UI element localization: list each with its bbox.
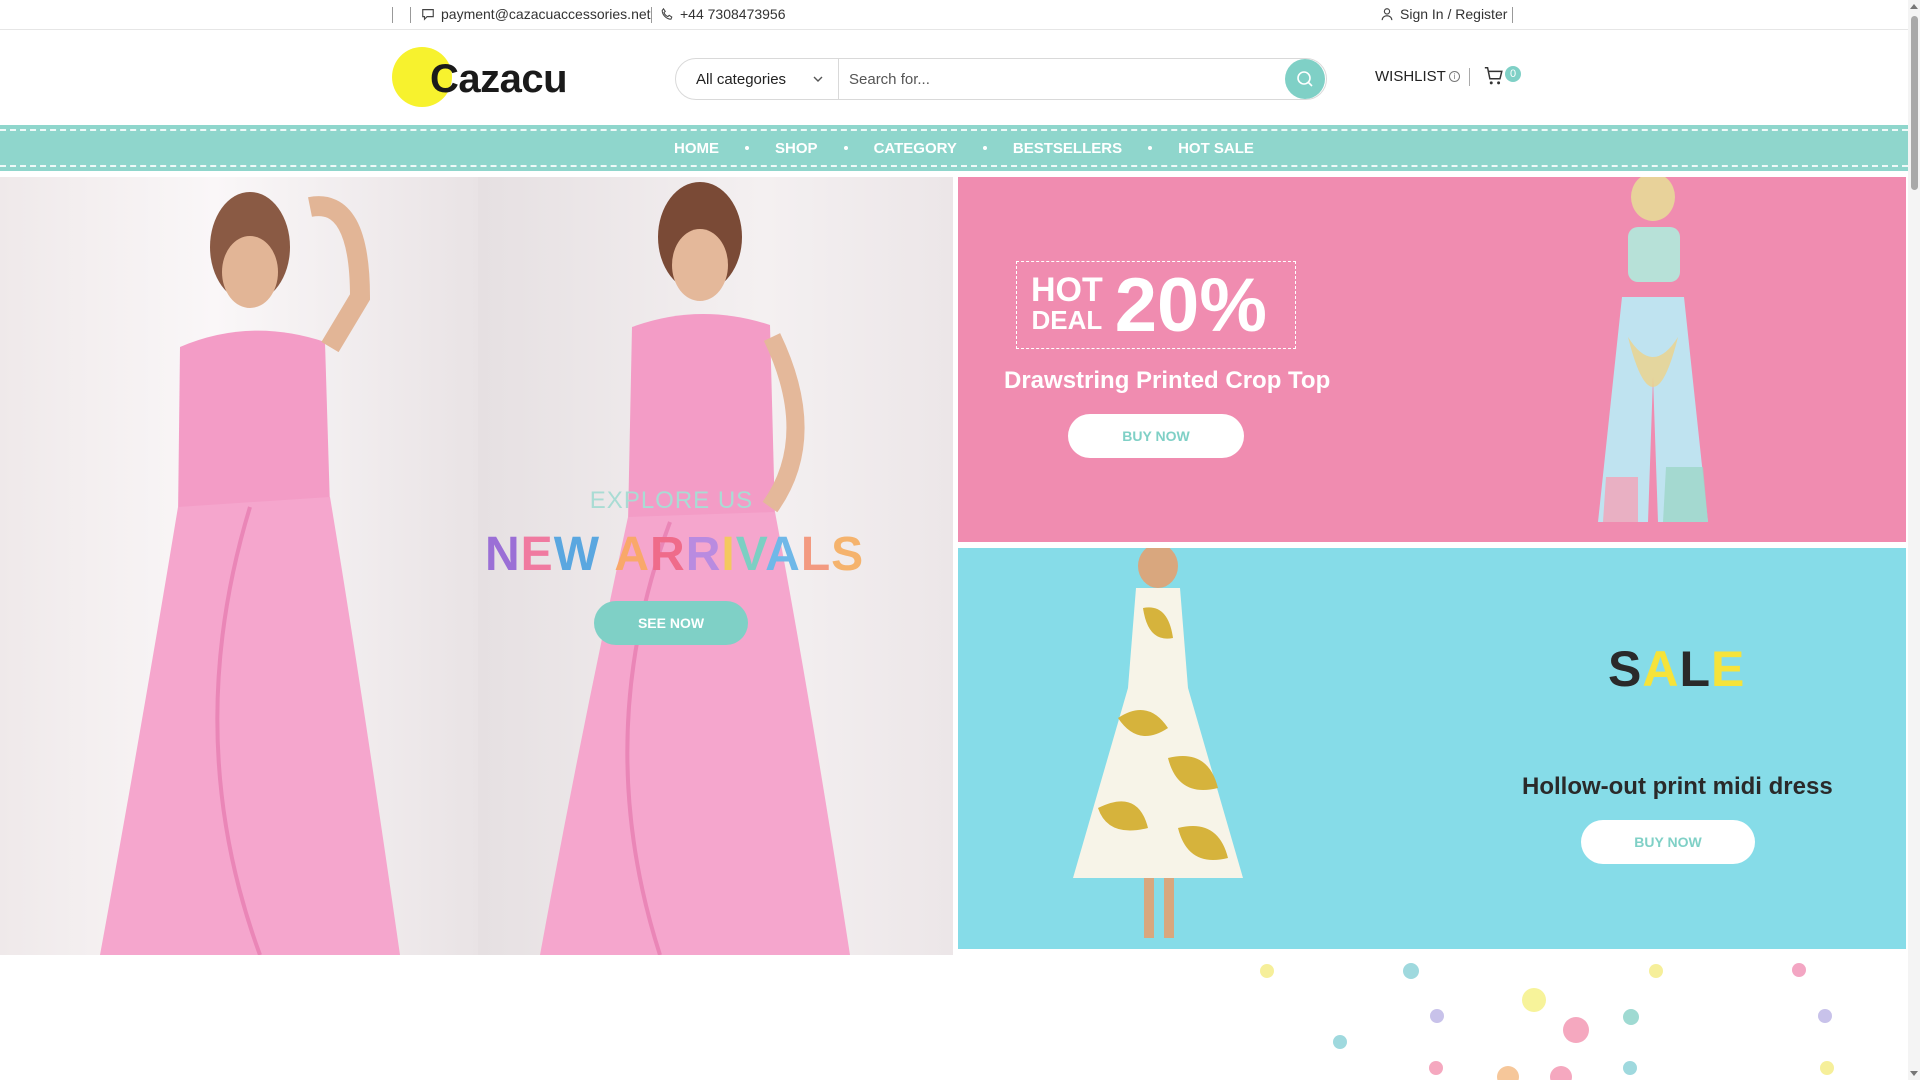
user-icon	[1381, 8, 1393, 21]
badge-line2: DEAL	[1031, 305, 1103, 335]
nav-separator	[745, 146, 750, 150]
model-figure	[100, 192, 400, 955]
confetti-dot	[1403, 963, 1419, 979]
chevron-down-icon	[813, 76, 823, 82]
nav-item-bestsellers[interactable]: BESTSELLERS	[1013, 140, 1122, 157]
sale-letter: S	[1608, 641, 1643, 697]
headline-letter: R	[685, 528, 722, 581]
headline-letter: N	[485, 528, 521, 581]
confetti-dot	[1820, 1061, 1834, 1075]
search-input[interactable]	[839, 70, 1285, 88]
confetti-dot	[1563, 1017, 1589, 1043]
divider	[410, 7, 411, 23]
logo-text: Cazacu	[430, 57, 568, 101]
nav-item-home[interactable]: HOME	[674, 140, 719, 157]
search-icon	[1297, 71, 1313, 87]
main-nav: HOME SHOP CATEGORY BESTSELLERS HOT SALE	[0, 125, 1908, 171]
divider	[392, 7, 393, 23]
email-link[interactable]: payment@cazacuaccessories.net	[421, 6, 651, 22]
cart-count-badge: 0	[1505, 66, 1521, 82]
category-select-value: All categories	[696, 70, 787, 88]
headline-letter: L	[800, 528, 832, 581]
headline-letter: W	[553, 528, 600, 581]
signin-link[interactable]: Sign In / Register	[1380, 6, 1507, 22]
sale-letter: E	[1711, 641, 1746, 697]
confetti-dot	[1649, 964, 1663, 978]
confetti-dot	[1623, 1009, 1639, 1025]
nav-item-hot-sale[interactable]: HOT SALE	[1178, 140, 1254, 157]
buy-now-button[interactable]: BUY NOW	[1068, 414, 1244, 458]
promo-banner-bottom[interactable]: SALE Hollow-out print midi dress BUY NOW	[958, 548, 1906, 949]
message-icon	[422, 9, 434, 21]
promo-title: Drawstring Printed Crop Top	[1004, 367, 1331, 394]
logo[interactable]: Cazacu	[392, 47, 582, 109]
scroll-up-arrow[interactable]	[1910, 4, 1918, 9]
nav-separator	[982, 146, 987, 150]
discount-value: 20%	[1114, 262, 1267, 348]
nav-item-category[interactable]: CATEGORY	[874, 140, 957, 157]
confetti-dot	[1550, 1066, 1572, 1080]
confetti-dot	[1333, 1035, 1347, 1049]
product-image	[1598, 177, 1708, 522]
signin-text: Sign In / Register	[1400, 6, 1508, 22]
badge-line1: HOT	[1031, 271, 1103, 309]
headline-letter: E	[520, 528, 554, 581]
headline-letter: R	[650, 528, 686, 581]
nav-item-shop[interactable]: SHOP	[775, 140, 818, 157]
confetti-dot	[1792, 963, 1806, 977]
scroll-thumb[interactable]	[1911, 16, 1918, 190]
wishlist-link[interactable]: WISHLIST i	[1375, 68, 1460, 85]
info-icon: i	[1448, 71, 1460, 82]
product-image	[1073, 548, 1243, 938]
email-text: payment@cazacuaccessories.net	[441, 6, 651, 22]
phone-text: +44 7308473956	[680, 6, 786, 22]
confetti-dot	[1429, 1061, 1443, 1075]
phone-icon	[661, 7, 673, 20]
hero-banner[interactable]: EXPLORE US NEW ARRIVALS SEE NOW	[0, 177, 953, 955]
hot-deal-badge: HOT DEAL 20%	[1016, 261, 1296, 349]
divider	[1512, 7, 1513, 23]
top-bar: payment@cazacuaccessories.net +44 730847…	[0, 0, 1908, 30]
confetti-dot	[1260, 964, 1274, 978]
wishlist-label: WISHLIST	[1375, 68, 1446, 85]
see-now-button[interactable]: SEE NOW	[594, 601, 748, 645]
buy-now-button[interactable]: BUY NOW	[1581, 820, 1755, 864]
page-scrollbar[interactable]	[1908, 0, 1920, 1080]
phone-link[interactable]: +44 7308473956	[660, 6, 786, 22]
search-button[interactable]	[1285, 59, 1325, 99]
divider	[1469, 68, 1470, 86]
confetti-dot	[1430, 1009, 1444, 1023]
hero-eyebrow: EXPLORE US	[589, 487, 754, 514]
promo-title: Hollow-out print midi dress	[1522, 773, 1833, 800]
sale-letter: L	[1679, 641, 1712, 697]
headline-letter: A	[614, 528, 651, 581]
confetti-dot	[1818, 1009, 1832, 1023]
search-bar: All categories	[675, 58, 1327, 100]
promo-banner-top[interactable]: HOT DEAL 20% Drawstring Printed Crop Top…	[958, 177, 1906, 542]
cart-button[interactable]: 0	[1483, 65, 1525, 89]
nav-separator	[843, 146, 848, 150]
confetti-dot	[1623, 1061, 1637, 1075]
headline-letter: V	[735, 528, 766, 581]
sale-heading: SALE	[1608, 640, 1745, 698]
divider	[651, 7, 652, 23]
hero-headline: NEW ARRIVALS	[485, 527, 864, 582]
cart-icon	[1484, 67, 1503, 85]
confetti-dot	[1522, 988, 1546, 1012]
headline-letter: S	[831, 528, 865, 581]
header: Cazacu All categories WISHLIST i 0	[0, 31, 1908, 125]
headline-letter: I	[721, 528, 736, 581]
sale-letter: A	[1642, 641, 1680, 697]
confetti-dot	[1497, 1066, 1519, 1080]
scroll-down-arrow[interactable]	[1910, 1071, 1918, 1076]
headline-letter: A	[765, 528, 801, 581]
category-select[interactable]: All categories	[676, 59, 839, 99]
nav-separator	[1148, 146, 1153, 150]
